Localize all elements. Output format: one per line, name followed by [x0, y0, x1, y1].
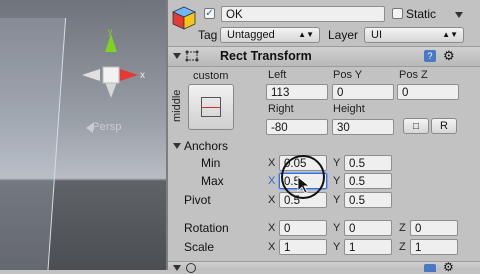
tag-chevron-icon: ▲▼	[298, 30, 314, 39]
pivot-label: Pivot	[184, 193, 211, 207]
rotation-z-axis: Z	[399, 222, 406, 234]
anchor-min-y-axis: Y	[333, 157, 341, 169]
left-field[interactable]: 113	[266, 84, 328, 100]
pivot-x-axis: X	[268, 194, 276, 206]
anchor-max-label: Max	[201, 174, 224, 188]
gizmo-x-cone[interactable]	[120, 69, 138, 81]
anchor-preset-side-label: middle	[171, 89, 183, 122]
scale-x-axis: X	[268, 241, 276, 253]
anchor-max-y-axis: Y	[333, 175, 341, 187]
static-label: Static	[406, 7, 437, 21]
left-label: Left	[268, 69, 287, 81]
anchor-max-y-field[interactable]: 0.5	[344, 173, 392, 189]
anchor-preset-stretch-icon	[202, 107, 220, 108]
height-label: Height	[333, 103, 365, 115]
tag-value: Untagged	[227, 29, 275, 41]
pivot-y-field[interactable]: 0.5	[344, 192, 392, 208]
layer-dropdown[interactable]: UI ▲▼	[364, 27, 464, 43]
next-component-icon	[186, 263, 196, 273]
scale-z-field[interactable]: 1	[410, 239, 458, 255]
persp-label[interactable]: Persp	[92, 121, 122, 133]
scale-label: Scale	[184, 240, 215, 254]
layer-label: Layer	[328, 28, 359, 42]
gameobject-cube-icon	[172, 6, 196, 30]
rotation-label: Rotation	[184, 221, 229, 235]
next-gear-icon[interactable]: ⚙	[443, 261, 454, 273]
settings-gear-icon[interactable]: ⚙	[443, 48, 455, 64]
layer-chevron-icon: ▲▼	[442, 30, 458, 39]
anchors-label: Anchors	[184, 139, 229, 153]
inspector-panel: ✓ OK Static Tag Untagged ▲▼ Layer UI ▲▼ …	[168, 0, 480, 273]
help-icon[interactable]: ?	[424, 50, 436, 62]
tag-dropdown[interactable]: Untagged ▲▼	[220, 27, 320, 43]
blueprint-mode-button[interactable]: □	[403, 118, 429, 134]
scale-y-field[interactable]: 1	[344, 239, 392, 255]
next-help-icon[interactable]	[424, 264, 436, 272]
scene-gizmo-icon[interactable]: y x	[76, 26, 154, 110]
anchor-presets-button[interactable]	[188, 84, 234, 130]
pivot-y-axis: Y	[333, 194, 341, 206]
gizmo-x-letter: x	[140, 70, 145, 81]
anchor-preset-top-label: custom	[193, 70, 229, 82]
static-checkbox[interactable]	[392, 8, 403, 19]
gizmo-center-cube[interactable]	[102, 66, 120, 84]
gizmo-neg-x-cone[interactable]	[82, 69, 100, 81]
raw-edit-button[interactable]: R	[431, 118, 457, 134]
rotation-y-field[interactable]: 0	[344, 220, 392, 236]
scene-view[interactable]: y x Persp	[0, 0, 167, 270]
static-dropdown-icon[interactable]	[455, 12, 463, 18]
foldout-arrow-icon[interactable]	[173, 53, 181, 59]
pos-z-field[interactable]: 0	[397, 84, 459, 100]
gizmo-y-cone[interactable]	[105, 34, 117, 52]
right-field[interactable]: -80	[266, 119, 328, 135]
rotation-y-axis: Y	[333, 222, 341, 234]
rotation-z-field[interactable]: 0	[410, 220, 458, 236]
layer-value: UI	[371, 29, 382, 41]
pos-y-label: Pos Y	[333, 69, 363, 81]
scale-x-field[interactable]: 1	[279, 239, 327, 255]
raw-edit-label: R	[440, 120, 448, 132]
gizmo-y-letter: y	[108, 26, 113, 36]
anchor-min-y-field[interactable]: 0.5	[344, 155, 392, 171]
anchor-max-x-axis: X	[268, 175, 276, 187]
gizmo-neg-y-cone[interactable]	[105, 82, 117, 98]
rotation-x-axis: X	[268, 222, 276, 234]
blueprint-icon: □	[412, 121, 420, 132]
anchor-min-x-axis: X	[268, 157, 276, 169]
mouse-pointer-icon	[297, 176, 311, 194]
pos-z-label: Pos Z	[399, 69, 428, 81]
ui-canvas-plane	[0, 18, 67, 270]
next-component-header[interactable]: ⚙	[168, 261, 480, 273]
name-field[interactable]: OK	[221, 6, 385, 22]
active-checkbox[interactable]: ✓	[204, 8, 215, 19]
anchors-foldout-icon[interactable]	[173, 143, 181, 149]
anchor-min-label: Min	[201, 156, 221, 170]
tag-label: Tag	[198, 28, 218, 42]
pos-y-field[interactable]: 0	[332, 84, 394, 100]
rect-transform-header[interactable]: Rect Transform ? ⚙	[168, 46, 480, 67]
rotation-x-field[interactable]: 0	[279, 220, 327, 236]
height-field[interactable]: 30	[332, 119, 394, 135]
rect-transform-icon	[185, 50, 199, 62]
next-foldout-icon[interactable]	[173, 265, 181, 271]
scale-z-axis: Z	[399, 241, 406, 253]
right-label: Right	[268, 103, 294, 115]
scale-y-axis: Y	[333, 241, 341, 253]
component-title: Rect Transform	[220, 49, 312, 63]
